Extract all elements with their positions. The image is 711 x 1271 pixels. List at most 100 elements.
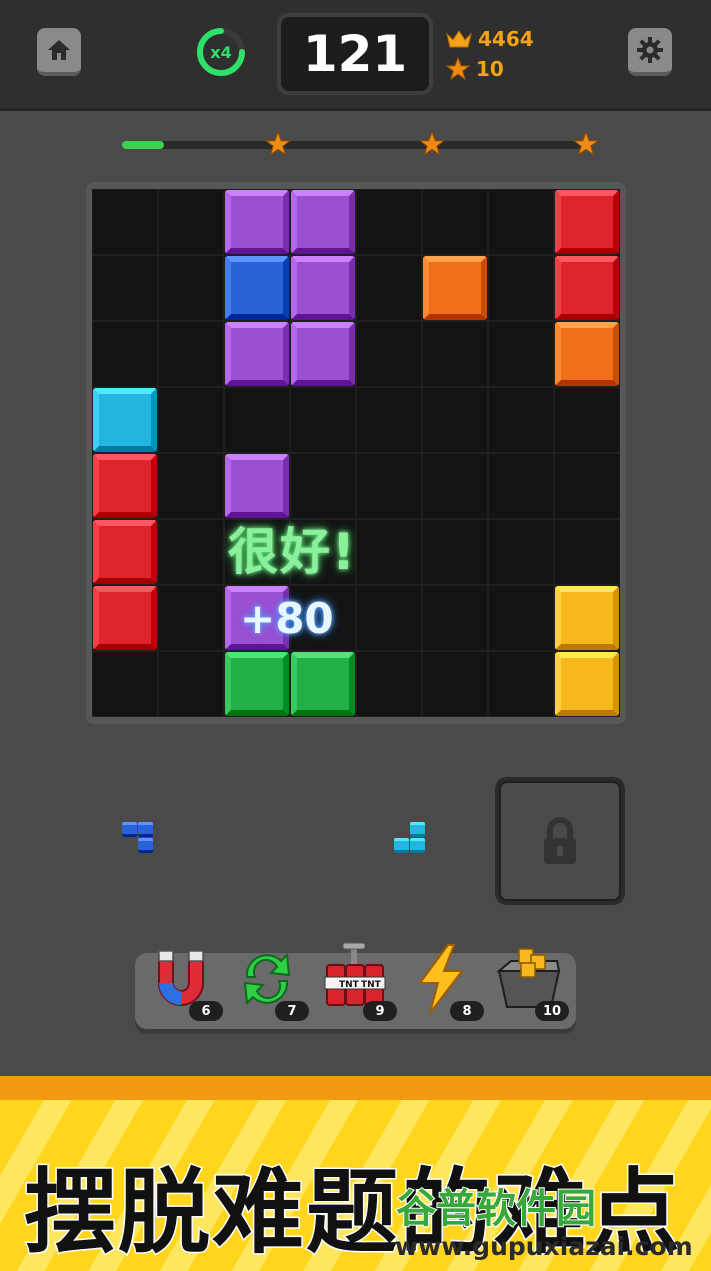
grid-cell[interactable] [158,651,224,717]
board-block [225,454,289,518]
settings-button[interactable] [628,28,672,76]
board-block [555,652,619,716]
board-block [291,652,355,716]
booster-count: 10 [535,1001,569,1021]
star-count-value: 10 [476,57,504,81]
grid-cell[interactable] [422,519,488,585]
grid-cell[interactable] [158,255,224,321]
grid-cell[interactable] [158,321,224,387]
milestone-star-icon [572,130,600,157]
board-block [423,256,487,320]
grid-cell[interactable] [422,387,488,453]
board-block [93,586,157,650]
piece-block [138,822,153,837]
board-block [555,256,619,320]
booster-cart[interactable]: 10 [491,941,571,1027]
grid-cell[interactable] [356,255,422,321]
grid-cell[interactable] [554,387,620,453]
tnt-label-left: TNT [339,980,360,990]
locked-piece-slot[interactable] [495,777,625,905]
booster-count: 8 [450,1001,484,1021]
level-progress-bar [122,141,588,149]
grid-cell[interactable] [158,519,224,585]
grid-cell[interactable] [488,255,554,321]
milestone-star-icon [418,130,446,157]
game-board[interactable] [92,189,620,717]
board-block [225,256,289,320]
home-icon [48,40,70,60]
combo-indicator: x4 [196,27,246,77]
grid-cell[interactable] [488,519,554,585]
piece-block [394,838,409,853]
home-button[interactable] [37,28,81,76]
board-block [555,322,619,386]
best-score: 4464 [446,27,534,51]
grid-cell[interactable] [554,519,620,585]
booster-refresh[interactable]: 7 [231,941,311,1027]
booster-magnet[interactable]: 6 [145,941,225,1027]
grid-cell[interactable] [422,585,488,651]
piece-block [410,822,425,837]
grid-cell[interactable] [356,189,422,255]
booster-bar: 6 7 TNT TNT 9 8 10 [135,942,576,1029]
grid-cell[interactable] [290,453,356,519]
grid-cell[interactable] [488,453,554,519]
grid-cell[interactable] [356,453,422,519]
grid-cell[interactable] [356,321,422,387]
grid-cell[interactable] [356,387,422,453]
grid-cell[interactable] [290,387,356,453]
grid-cell[interactable] [158,387,224,453]
board-block [93,388,157,452]
grid-cell[interactable] [356,585,422,651]
booster-lightning[interactable]: 8 [406,941,486,1027]
grid-cell[interactable] [356,519,422,585]
star-count: 10 [446,57,504,81]
grid-cell[interactable] [422,321,488,387]
praise-text: 很好! [228,523,357,581]
best-score-value: 4464 [478,27,534,51]
grid-cell[interactable] [224,387,290,453]
grid-cell[interactable] [488,321,554,387]
board-block [225,652,289,716]
grid-cell[interactable] [92,321,158,387]
gear-icon [637,37,663,63]
grid-cell[interactable] [92,255,158,321]
board-block [555,586,619,650]
watermark-logo-text: 谷普软件园 [395,1185,597,1233]
grid-cell[interactable] [422,453,488,519]
grid-cell[interactable] [488,189,554,255]
grid-cell[interactable] [488,585,554,651]
piece-block [122,822,137,837]
board-block [93,520,157,584]
piece-block [410,838,425,853]
grid-cell[interactable] [92,651,158,717]
piece-cyan[interactable] [394,822,440,868]
grid-cell[interactable] [422,189,488,255]
board-block [291,322,355,386]
grid-cell[interactable] [158,189,224,255]
board-block [291,256,355,320]
tnt-label-right: TNT [361,980,382,990]
grid-cell[interactable] [158,585,224,651]
points-popup: +80 [240,594,334,643]
score-display: 121 [277,13,433,95]
combo-multiplier: x4 [210,42,232,62]
booster-tnt[interactable]: TNT TNT 9 [319,941,399,1027]
grid-cell[interactable] [92,189,158,255]
board-block [93,454,157,518]
lock-icon [544,817,576,864]
grid-cell[interactable] [158,453,224,519]
board-block [555,190,619,254]
board-block [291,190,355,254]
grid-cell[interactable] [554,453,620,519]
piece-block [138,838,153,853]
grid-cell[interactable] [488,387,554,453]
crown-icon [446,30,472,48]
booster-count: 7 [275,1001,309,1021]
booster-count: 6 [189,1001,223,1021]
grid-cell[interactable] [356,651,422,717]
piece-blue[interactable] [122,822,168,868]
grid-cell[interactable] [488,651,554,717]
board-block [225,322,289,386]
grid-cell[interactable] [422,651,488,717]
